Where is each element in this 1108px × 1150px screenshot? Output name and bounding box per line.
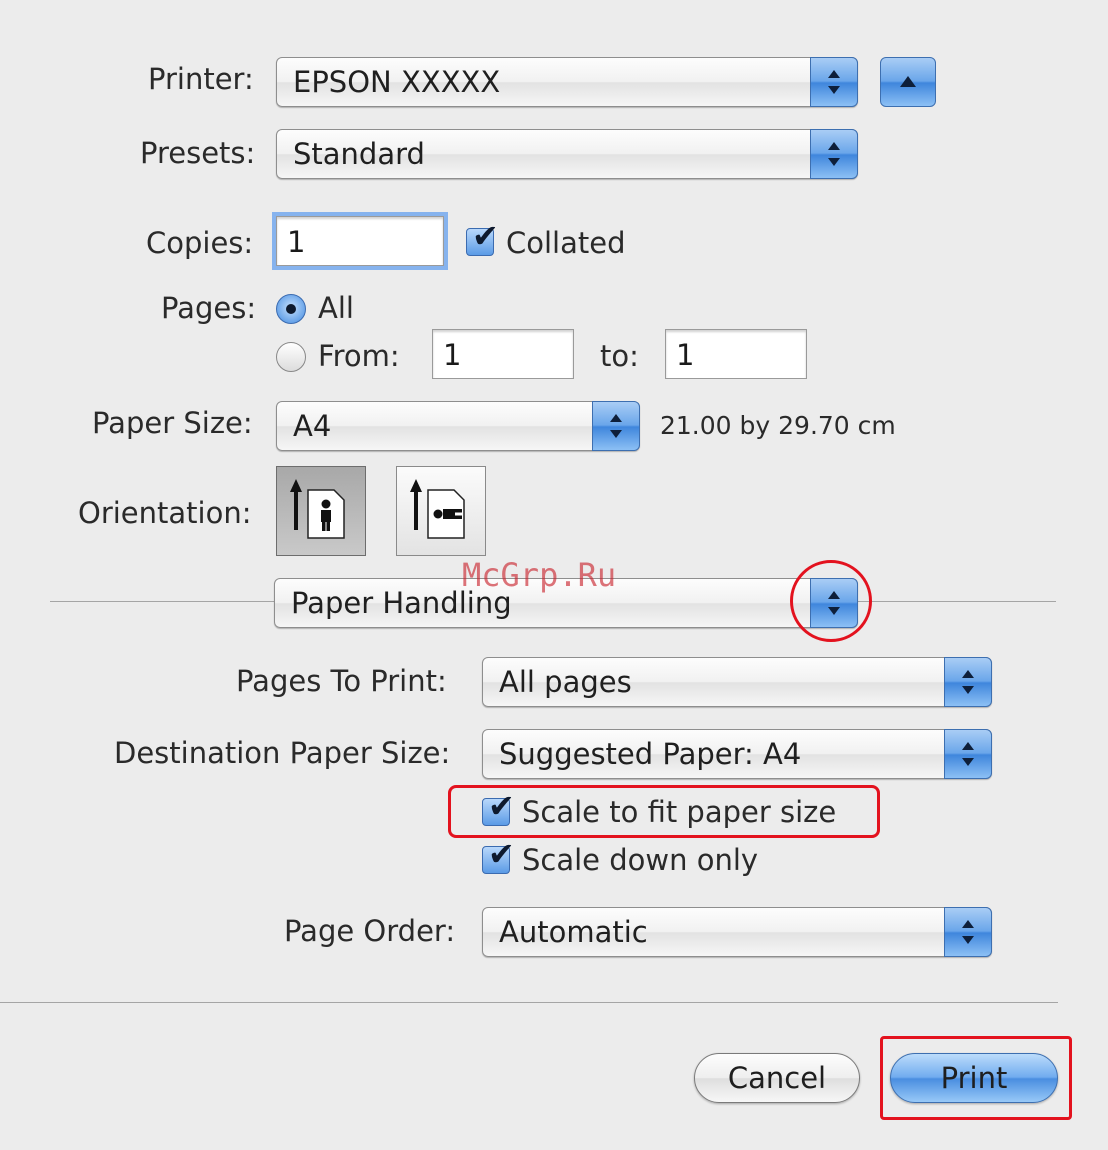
radio-dot-icon <box>286 304 296 314</box>
annotation-box-print <box>880 1036 1072 1120</box>
footer-divider <box>0 1002 1058 1003</box>
printer-label: Printer: <box>148 62 254 96</box>
copies-field[interactable]: 1 <box>272 212 448 270</box>
printer-popup[interactable]: EPSON XXXXX <box>276 57 858 107</box>
presets-value: Standard <box>293 137 425 171</box>
destination-paper-size-popup[interactable]: Suggested Paper: A4 <box>482 729 992 779</box>
collated-checkbox[interactable]: ✔ <box>466 220 499 256</box>
portrait-orientation-icon <box>290 479 345 539</box>
collated-label: Collated <box>506 226 626 260</box>
page-order-value: Automatic <box>499 915 648 949</box>
pages-to-field[interactable]: 1 <box>665 329 807 379</box>
page-order-label: Page Order: <box>284 914 456 948</box>
pages-from-field[interactable]: 1 <box>432 329 574 379</box>
cancel-button[interactable]: Cancel <box>694 1053 860 1103</box>
paper-size-value: A4 <box>293 409 332 443</box>
checkmark-icon: ✔ <box>488 835 515 873</box>
updown-arrows-icon <box>944 657 992 707</box>
checkmark-icon: ✔ <box>472 217 499 255</box>
copies-label: Copies: <box>146 226 254 260</box>
page-order-popup[interactable]: Automatic <box>482 907 992 957</box>
updown-arrows-icon <box>810 129 858 179</box>
scale-down-only-checkbox[interactable]: ✔ <box>482 838 515 874</box>
presets-label: Presets: <box>140 136 256 170</box>
pages-to-value: 1 <box>676 338 695 372</box>
paper-size-label: Paper Size: <box>92 406 253 440</box>
updown-arrows-icon <box>944 907 992 957</box>
orientation-landscape-button[interactable] <box>396 466 486 556</box>
pages-to-print-label: Pages To Print: <box>236 664 447 698</box>
annotation-box-scale-to-fit <box>448 785 880 838</box>
pages-to-print-popup[interactable]: All pages <box>482 657 992 707</box>
annotation-circle-section-menu <box>790 560 872 642</box>
pages-to-print-value: All pages <box>499 665 632 699</box>
pages-from-value: 1 <box>443 338 462 372</box>
presets-popup[interactable]: Standard <box>276 129 858 179</box>
landscape-orientation-icon <box>410 479 465 539</box>
updown-arrows-icon <box>944 729 992 779</box>
disclosure-triangle-icon <box>900 76 916 87</box>
pages-to-label: to: <box>600 339 639 373</box>
updown-arrows-icon <box>592 401 640 451</box>
printer-value: EPSON XXXXX <box>293 65 501 99</box>
disclosure-button[interactable] <box>880 57 936 107</box>
destination-paper-size-label: Destination Paper Size: <box>114 736 451 770</box>
orientation-label: Orientation: <box>78 496 252 530</box>
paper-size-popup[interactable]: A4 <box>276 401 640 451</box>
orientation-portrait-button[interactable] <box>276 466 366 556</box>
copies-value: 1 <box>287 225 306 259</box>
watermark-text: McGrp.Ru <box>462 556 617 594</box>
paper-size-dimensions: 21.00 by 29.70 cm <box>660 411 896 440</box>
pages-from-label: From: <box>318 339 400 373</box>
destination-paper-size-value: Suggested Paper: A4 <box>499 737 802 771</box>
pages-label: Pages: <box>161 291 257 325</box>
scale-down-only-label: Scale down only <box>522 843 759 877</box>
pages-all-radio[interactable] <box>276 294 306 324</box>
pages-all-label: All <box>318 291 354 325</box>
pages-from-radio[interactable] <box>276 342 306 372</box>
updown-arrows-icon <box>810 57 858 107</box>
